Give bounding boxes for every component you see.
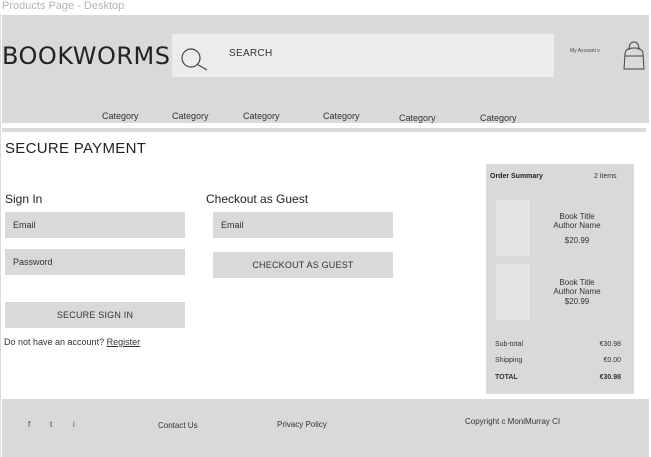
- category-link[interactable]: Category: [323, 111, 360, 121]
- shipping-row: Shipping €0.00: [495, 357, 621, 364]
- book-thumbnail[interactable]: [496, 200, 530, 256]
- category-link[interactable]: Category: [480, 113, 517, 123]
- no-account-text: Do not have an account?: [4, 337, 105, 347]
- order-item-author: Author Name: [553, 287, 601, 296]
- site-logo[interactable]: BOOKWORMS: [2, 42, 170, 70]
- subtotal-value: €30.98: [599, 341, 621, 348]
- instagram-icon[interactable]: i: [73, 420, 75, 429]
- register-prompt: Do not have an account? Register: [4, 337, 140, 347]
- site-footer: f t i Contact Us Privacy Policy Copyrigh…: [2, 399, 649, 457]
- frame-label: Products Page - Desktop: [2, 0, 125, 12]
- my-account-menu[interactable]: My Account v: [570, 48, 600, 54]
- copyright-text: Copyright c MoniMurray CI: [465, 417, 561, 426]
- order-item-price: $20.99: [564, 236, 590, 245]
- search-input[interactable]: SEARCH: [229, 48, 272, 59]
- guest-email-field[interactable]: Email: [213, 212, 393, 238]
- subtotal-label: Sub-total: [495, 341, 524, 348]
- category-link[interactable]: Category: [102, 111, 139, 121]
- header-divider: [2, 128, 646, 132]
- order-summary-title: Order Summary: [490, 173, 543, 180]
- order-item-title: Book Title: [559, 278, 595, 287]
- sign-in-title: Sign In: [5, 192, 43, 206]
- facebook-icon[interactable]: f: [28, 420, 30, 429]
- category-link[interactable]: Category: [172, 111, 209, 121]
- order-item-count: 2 items: [594, 173, 617, 180]
- search-icon[interactable]: [179, 46, 209, 72]
- contact-us-link[interactable]: Contact Us: [158, 421, 198, 430]
- sign-in-password-field[interactable]: Password: [5, 249, 185, 275]
- search-bar[interactable]: SEARCH: [172, 34, 554, 77]
- order-summary-panel: Order Summary 2 items Book Title Author …: [486, 164, 634, 394]
- shipping-value: €0.00: [603, 357, 621, 364]
- category-link[interactable]: Category: [399, 113, 436, 123]
- checkout-as-guest-button[interactable]: CHECKOUT AS GUEST: [213, 252, 393, 278]
- privacy-policy-link[interactable]: Privacy Policy: [277, 420, 327, 429]
- book-thumbnail[interactable]: [496, 264, 530, 320]
- total-label: TOTAL: [495, 374, 518, 381]
- category-link[interactable]: Category: [243, 111, 280, 121]
- total-row: TOTAL €30.98: [495, 374, 621, 381]
- subtotal-row: Sub-total €30.98: [495, 341, 621, 348]
- total-value: €30.98: [599, 374, 621, 381]
- page-title: SECURE PAYMENT: [5, 140, 147, 157]
- shopping-bag-icon[interactable]: [622, 40, 646, 70]
- sign-in-email-field[interactable]: Email: [5, 212, 185, 238]
- site-header: BOOKWORMS SEARCH My Account v Category C…: [2, 15, 649, 123]
- secure-sign-in-button[interactable]: SECURE SIGN IN: [5, 302, 185, 328]
- order-item-title: Book Title: [559, 212, 595, 221]
- twitter-icon[interactable]: t: [50, 420, 52, 429]
- shipping-label: Shipping: [495, 357, 523, 364]
- guest-checkout-title: Checkout as Guest: [206, 192, 309, 206]
- order-item-author: Author Name: [553, 221, 601, 230]
- register-link[interactable]: Register: [107, 337, 141, 347]
- order-item-price: $20.99: [564, 297, 590, 306]
